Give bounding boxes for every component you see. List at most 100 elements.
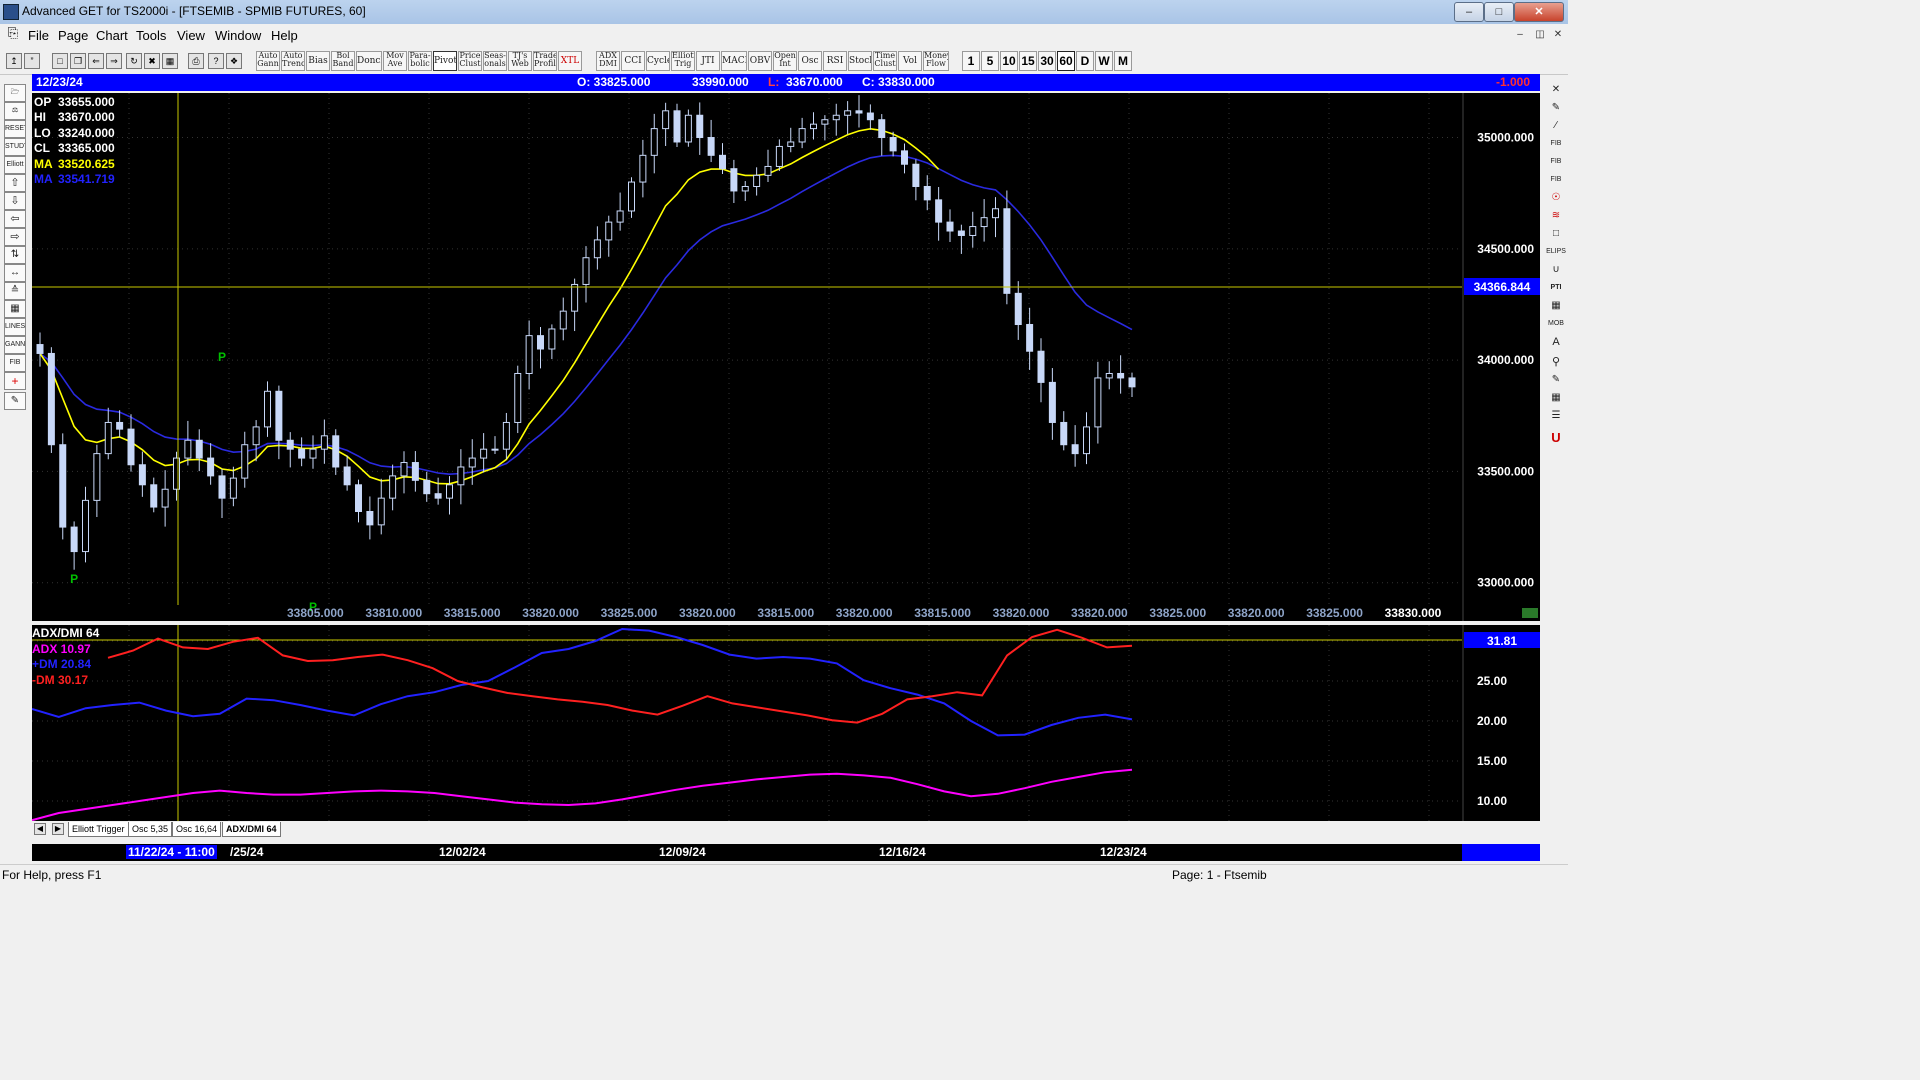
candle[interactable] <box>775 145 783 167</box>
pencil-icon[interactable]: ✎ <box>1546 100 1566 116</box>
candle[interactable] <box>59 444 67 528</box>
calc-icon[interactable]: ▦ <box>1546 390 1566 406</box>
candle[interactable] <box>502 421 510 450</box>
candle[interactable] <box>650 128 658 156</box>
candle[interactable] <box>969 226 977 236</box>
mdi-close-icon[interactable]: ✕ <box>1550 28 1566 42</box>
candle[interactable] <box>1003 208 1011 294</box>
candle[interactable] <box>104 421 112 455</box>
stoch-button[interactable]: Stoch <box>848 51 872 71</box>
magnet-icon[interactable]: U <box>1546 430 1566 446</box>
candle[interactable] <box>1071 444 1079 455</box>
xtl-button[interactable]: XTL <box>558 51 582 71</box>
time-clust-button[interactable]: Time Clust <box>873 51 897 71</box>
arrow-right-icon[interactable]: ⇨ <box>4 228 26 246</box>
vol-button[interactable]: Vol <box>898 51 922 71</box>
osc-button[interactable]: Osc <box>798 51 822 71</box>
paint-icon[interactable]: ✎ <box>1546 372 1566 388</box>
candle[interactable] <box>229 477 237 499</box>
candle[interactable] <box>639 154 647 183</box>
mob-icon[interactable]: MOB <box>1546 316 1566 332</box>
candle[interactable] <box>1094 377 1102 428</box>
candle[interactable] <box>878 119 886 139</box>
candle[interactable] <box>218 475 226 499</box>
scroll-right-icon[interactable]: ⇒ <box>106 53 122 69</box>
auto-trend-button[interactable]: Auto Trend <box>281 51 305 71</box>
grid-icon[interactable]: ▦ <box>162 53 178 69</box>
minimize-button[interactable]: – <box>1454 2 1484 22</box>
crosshair-icon[interactable]: + <box>4 372 26 390</box>
refresh-icon[interactable]: ↻ <box>126 53 142 69</box>
gann-icon[interactable]: GANN <box>4 336 26 354</box>
menu-chart[interactable]: Chart <box>96 28 128 43</box>
menu-window[interactable]: Window <box>215 28 261 43</box>
candle[interactable] <box>1048 381 1056 423</box>
candle[interactable] <box>252 426 260 446</box>
candle[interactable] <box>309 448 317 459</box>
compare-icon[interactable]: ⚖ <box>4 102 26 120</box>
parabolic-button[interactable]: Para- bolic <box>408 51 432 71</box>
candle[interactable] <box>377 497 385 526</box>
tab-elliott-trigger[interactable]: Elliott Trigger <box>68 822 129 837</box>
candle[interactable] <box>343 466 351 486</box>
candle[interactable] <box>707 137 715 156</box>
timeframe-1[interactable]: 1 <box>962 51 980 71</box>
notes-icon[interactable]: ✎ <box>4 392 26 410</box>
fib-ret-icon[interactable]: FIB RET <box>1546 136 1566 152</box>
candle[interactable] <box>923 185 931 201</box>
expand-icon[interactable]: ↔ <box>4 264 26 282</box>
candle[interactable] <box>491 448 499 451</box>
elliott-icon[interactable]: Elliott <box>4 156 26 174</box>
candle[interactable] <box>514 372 522 423</box>
candle[interactable] <box>662 110 670 130</box>
menu-tools[interactable]: Tools <box>136 28 166 43</box>
zoom-icon[interactable]: ⚲ <box>1546 354 1566 370</box>
candle[interactable] <box>1117 372 1125 379</box>
candle[interactable] <box>798 128 806 143</box>
candle[interactable] <box>901 150 908 165</box>
delete-icon[interactable]: ✖ <box>144 53 160 69</box>
candle[interactable] <box>411 462 419 481</box>
candle[interactable] <box>298 448 306 459</box>
candle[interactable] <box>116 421 124 430</box>
bol-band-button[interactable]: Bol Band <box>331 51 355 71</box>
menu-page[interactable]: Page <box>58 28 88 43</box>
candle[interactable] <box>400 462 408 477</box>
candle[interactable] <box>161 488 169 508</box>
spiral-icon[interactable]: ☉ <box>1546 190 1566 206</box>
tab-scroll-left-icon[interactable]: ◀ <box>34 823 46 835</box>
fib-icon[interactable]: FIB <box>4 354 26 372</box>
trendline-icon[interactable]: ∕ <box>1546 118 1566 134</box>
fib-ext-icon[interactable]: FIB EXT <box>1546 154 1566 170</box>
mov-ave-button[interactable]: Mov Ave <box>383 51 407 71</box>
candle[interactable] <box>389 475 397 499</box>
candle[interactable] <box>195 439 203 459</box>
candle[interactable] <box>70 526 78 553</box>
arrow-up-icon[interactable]: ⇧ <box>4 174 26 192</box>
elliott-trig-button[interactable]: Elliott Trig <box>671 51 695 71</box>
grid-tool-icon[interactable]: ▦ <box>4 300 26 318</box>
candle[interactable] <box>457 466 465 486</box>
corner-icon[interactable] <box>1522 608 1538 618</box>
pointer-icon[interactable]: ↥ <box>6 53 22 69</box>
candle[interactable] <box>275 390 283 441</box>
arrow-down-icon[interactable]: ⇩ <box>4 192 26 210</box>
price-clust-button[interactable]: Price Clust <box>458 51 482 71</box>
candle[interactable] <box>525 335 533 374</box>
candle[interactable] <box>753 174 761 187</box>
obv-button[interactable]: OBV <box>748 51 772 71</box>
candle[interactable] <box>47 352 55 446</box>
candle[interactable] <box>434 493 442 499</box>
print-icon[interactable]: ⎙ <box>188 53 204 69</box>
close-tool-icon[interactable]: ✕ <box>1546 82 1566 98</box>
menu-file[interactable]: File <box>28 28 49 43</box>
timeframe-5[interactable]: 5 <box>981 51 999 71</box>
candle[interactable] <box>730 168 738 192</box>
candle[interactable] <box>559 310 567 330</box>
table-icon[interactable]: ▦ <box>1546 298 1566 314</box>
timeframe-60[interactable]: 60 <box>1057 51 1075 71</box>
candle[interactable] <box>889 137 897 152</box>
new-page-icon[interactable]: □ <box>52 53 68 69</box>
candle[interactable] <box>264 390 271 428</box>
cci-button[interactable]: CCI <box>621 51 645 71</box>
